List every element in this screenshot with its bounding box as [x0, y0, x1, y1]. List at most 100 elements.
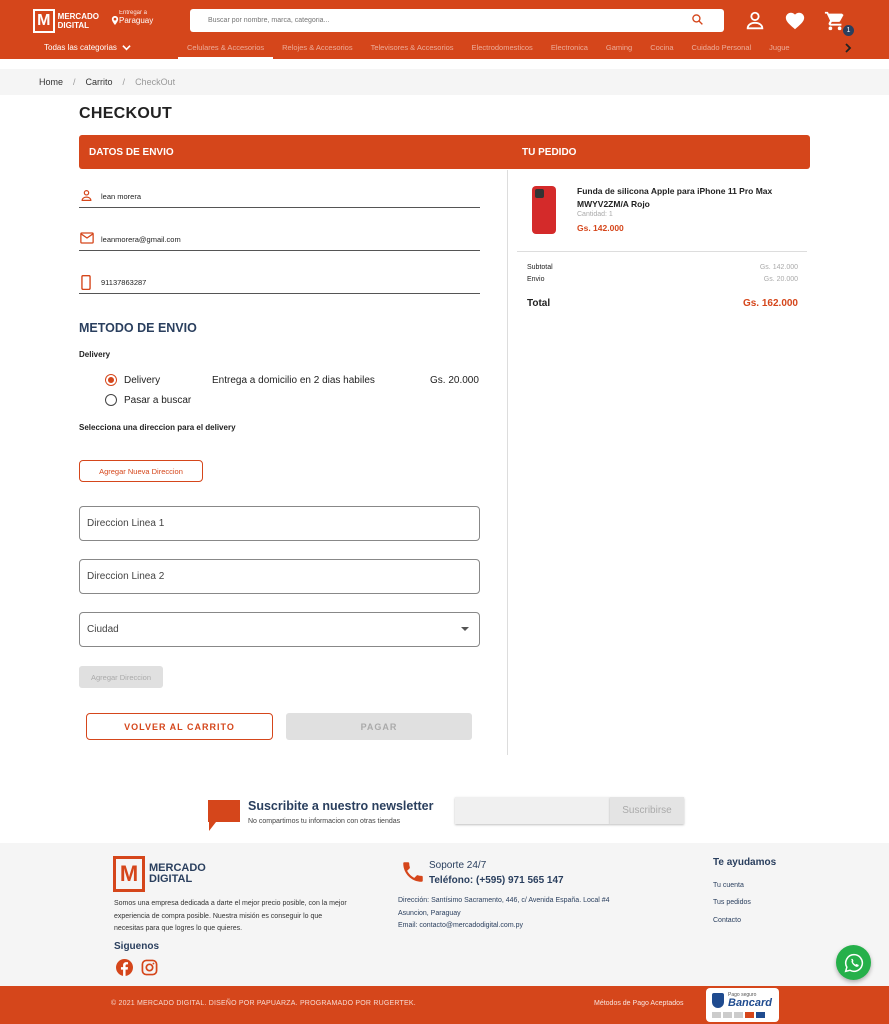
address-line2-placeholder: Direccion Linea 2 — [87, 571, 165, 582]
city-placeholder: Ciudad — [87, 624, 119, 635]
search-input[interactable] — [190, 9, 670, 32]
chat-bubble-icon — [208, 800, 240, 831]
back-to-cart-button[interactable]: VOLVER AL CARRITO — [86, 713, 273, 740]
newsletter-title: Suscribite a nuestro newsletter — [248, 799, 434, 813]
footer-logo: M MERCADO DIGITAL — [113, 856, 206, 892]
nav-item[interactable]: Cocina — [641, 40, 682, 59]
phone-icon — [81, 275, 91, 290]
column-divider — [507, 170, 508, 755]
shield-icon — [712, 993, 724, 1008]
nav-item[interactable]: Jugue — [760, 40, 789, 59]
product-name[interactable]: Funda de silicona Apple para iPhone 11 P… — [577, 185, 787, 210]
logo[interactable]: M MERCADO DIGITAL — [33, 8, 99, 34]
add-address-button[interactable]: Agregar Direccion — [79, 666, 163, 688]
whatsapp-icon — [844, 953, 863, 972]
add-new-address-button[interactable]: Agregar Nueva Direccion — [79, 460, 203, 482]
nav-item[interactable]: Celulares & Accesorios — [178, 40, 274, 59]
whatsapp-button[interactable] — [836, 945, 871, 980]
subtotal-label: Subtotal — [527, 264, 553, 271]
instagram-icon[interactable] — [141, 959, 158, 976]
address-city: Asuncion, Paraguay — [398, 909, 461, 917]
nav-item[interactable]: Gaming — [597, 40, 641, 59]
heart-icon[interactable] — [784, 10, 806, 32]
subscribe-button[interactable]: Suscribirse — [610, 797, 684, 824]
breadcrumb-current: CheckOut — [135, 77, 176, 87]
all-categories-menu[interactable]: Todas las categorias — [44, 43, 131, 52]
category-nav: Celulares & Accesorios Relojes & Accesor… — [178, 40, 790, 59]
total-label: Total — [527, 298, 551, 309]
delivery-price: Gs. 20.000 — [430, 375, 479, 386]
user-icon[interactable] — [744, 10, 766, 32]
support-phone[interactable]: Teléfono: (+595) 971 565 147 — [429, 875, 564, 886]
footer-address: Dirección: Santísimo Sacramento, 446, c/… — [398, 895, 658, 933]
breadcrumb: Home / Carrito / CheckOut — [39, 77, 175, 87]
product-image — [532, 186, 556, 234]
follow-us-title: Siguenos — [114, 941, 160, 952]
delivery-description: Entrega a domicilio en 2 dias habiles — [212, 375, 375, 386]
person-icon — [81, 190, 92, 201]
chevron-down-icon — [122, 45, 131, 51]
newsletter-email-input[interactable] — [455, 797, 610, 824]
deliver-location: Paraguay — [119, 16, 154, 25]
shipping-value: Gs. 20.000 — [763, 276, 798, 283]
shipping-data-title: DATOS DE ENVIO — [89, 147, 174, 158]
payment-methods-label: Métodos de Pago Aceptados — [594, 1000, 684, 1007]
deliver-to[interactable]: Entregar a Paraguay — [111, 10, 153, 25]
breadcrumb-cart[interactable]: Carrito — [86, 77, 113, 87]
section-header-bar: DATOS DE ENVIO TU PEDIDO — [79, 135, 810, 169]
radio-delivery-label: Delivery — [124, 374, 161, 386]
deliver-label: Entregar a — [119, 10, 148, 16]
chevron-right-icon[interactable] — [843, 43, 853, 53]
address-line2-input[interactable]: Direccion Linea 2 — [79, 559, 480, 594]
radio-pickup[interactable]: Pasar a buscar — [105, 394, 191, 406]
facebook-icon[interactable] — [116, 959, 133, 976]
search-icon[interactable] — [691, 13, 704, 26]
email-value: leanmorera@gmail.com — [101, 235, 181, 244]
footer-email[interactable]: Email: contacto@mercadodigital.com.py — [398, 920, 658, 933]
search-bar — [190, 9, 724, 32]
logo-m-icon: M — [113, 856, 145, 892]
copyright: © 2021 MERCADO DIGITAL. DISEÑO POR PAPUA… — [111, 1000, 416, 1007]
cart-count-badge: 1 — [843, 25, 854, 36]
radio-unchecked-icon — [105, 394, 117, 406]
order-divider — [517, 251, 807, 252]
breadcrumb-separator: / — [122, 77, 126, 87]
product-price: Gs. 142.000 — [577, 223, 624, 233]
city-select[interactable]: Ciudad — [79, 612, 480, 647]
delivery-label: Delivery — [79, 350, 111, 359]
name-field[interactable]: lean morera — [79, 186, 480, 208]
logo-m-icon: M — [33, 9, 55, 33]
pay-button[interactable]: PAGAR — [286, 713, 472, 740]
total-value: Gs. 162.000 — [742, 298, 798, 309]
bancard-logo-text: Bancard — [728, 997, 773, 1009]
nav-item[interactable]: Televisores & Accesorios — [362, 40, 463, 59]
address-line1-input[interactable]: Direccion Linea 1 — [79, 506, 480, 541]
breadcrumb-home[interactable]: Home — [39, 77, 63, 87]
shipping-label: Envio — [527, 276, 545, 283]
subtotal-value: Gs. 142.000 — [759, 264, 798, 271]
address-line: Dirección: Santísimo Sacramento, 446, c/… — [398, 897, 610, 904]
total-row: Total Gs. 162.000 — [527, 298, 798, 309]
phone-handset-icon — [403, 862, 423, 882]
phone-value: 91137863287 — [101, 278, 147, 287]
select-address-label: Selecciona una direccion para el deliver… — [79, 423, 236, 432]
nav-item[interactable]: Electrodomesticos — [463, 40, 542, 59]
link-your-orders[interactable]: Tus pedidos — [713, 899, 751, 906]
radio-delivery[interactable]: Delivery — [105, 374, 160, 386]
name-value: lean morera — [101, 192, 142, 201]
link-contact[interactable]: Contacto — [713, 917, 741, 924]
link-your-account[interactable]: Tu cuenta — [713, 882, 744, 889]
nav-item[interactable]: Cuidado Personal — [683, 40, 761, 59]
location-pin-icon — [111, 16, 119, 25]
newsletter-subtitle: No compartimos tu informacion con otras … — [248, 818, 401, 825]
phone-field[interactable]: 91137863287 — [79, 272, 480, 294]
footer-logo-line2: DIGITAL — [149, 873, 193, 885]
nav-item[interactable]: Electronica — [542, 40, 597, 59]
your-order-title: TU PEDIDO — [522, 147, 577, 158]
email-field[interactable]: leanmorera@gmail.com — [79, 229, 480, 251]
logo-text: MERCADO DIGITAL — [57, 12, 99, 30]
nav-item[interactable]: Relojes & Accesorios — [273, 40, 361, 59]
product-quantity: Cantidad: 1 — [577, 211, 613, 218]
subtotal-row: Subtotal Gs. 142.000 — [527, 264, 798, 271]
shipping-row: Envio Gs. 20.000 — [527, 276, 798, 283]
